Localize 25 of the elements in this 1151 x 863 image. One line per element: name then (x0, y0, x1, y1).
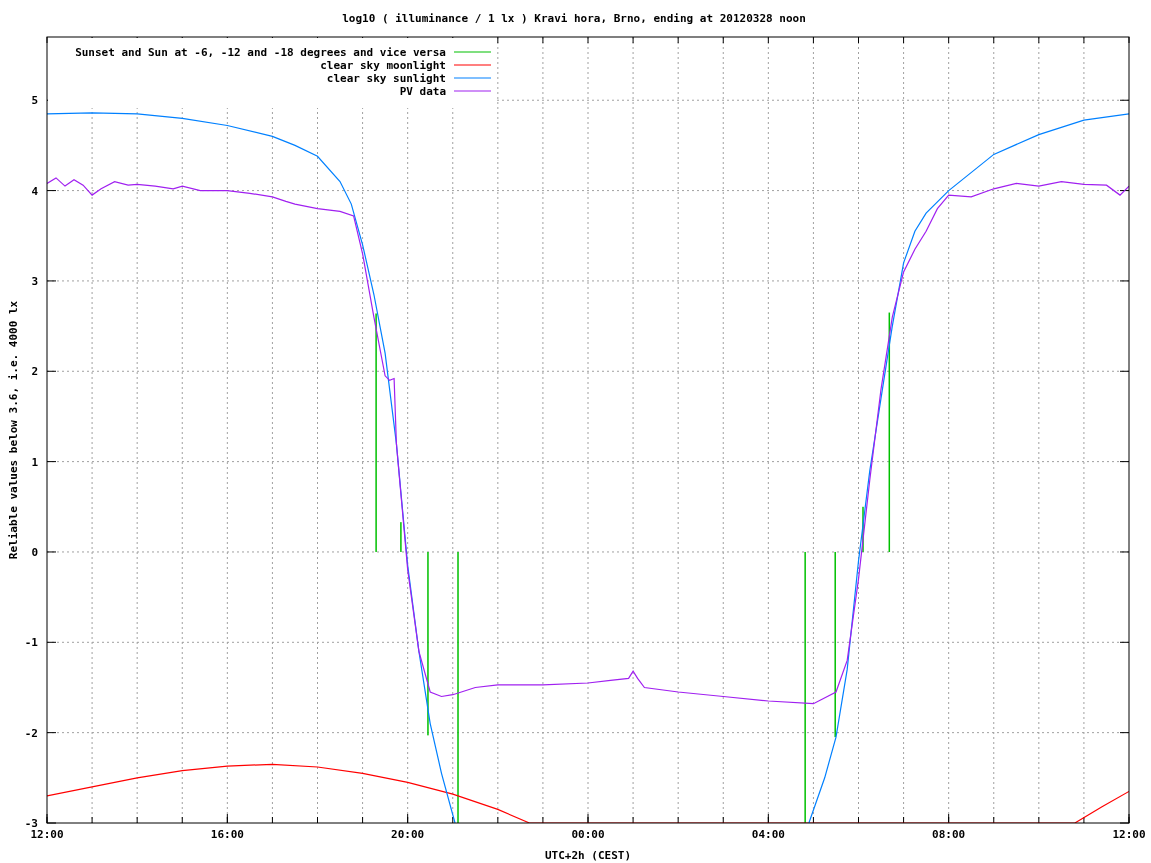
tick-label: -2 (24, 726, 38, 740)
tick-label: 00:00 (571, 828, 605, 841)
tick-label: 04:00 (751, 828, 785, 841)
chart-title: log10 ( illuminance / 1 lx ) Kravi hora, Brno, ending at 20120328 noon (342, 12, 806, 25)
tick-label: 2 (31, 365, 38, 379)
tick-label: 5 (31, 94, 38, 108)
tick-label: 12:00 (1112, 828, 1146, 841)
tick-label: 08:00 (932, 828, 966, 841)
x-axis-label: UTC+2h (CEST) (544, 849, 632, 862)
legend-label: clear sky moonlight (320, 59, 446, 72)
tick-label: 12:00 (30, 828, 64, 841)
tick-label: 4 (31, 184, 38, 198)
tick-label: 1 (31, 455, 38, 469)
tick-label: 16:00 (210, 828, 244, 841)
sun-angle-marker-bar (862, 506, 864, 552)
tick-label: -1 (24, 636, 38, 650)
tick-label: -3 (24, 817, 38, 830)
sun-angle-marker-bar (400, 522, 402, 552)
legend-label: Sunset and Sun at -6, -12 and -18 degrees and vice versa (75, 46, 446, 59)
tick-label: 0 (31, 545, 38, 559)
tick-label: 3 (31, 274, 38, 288)
y-axis-label: Reliable values below 3.6, i.e. 4000 lx (7, 300, 20, 560)
legend-label: PV data (399, 85, 446, 98)
tick-label: 20:00 (391, 828, 425, 841)
legend-label: clear sky sunlight (326, 72, 446, 85)
